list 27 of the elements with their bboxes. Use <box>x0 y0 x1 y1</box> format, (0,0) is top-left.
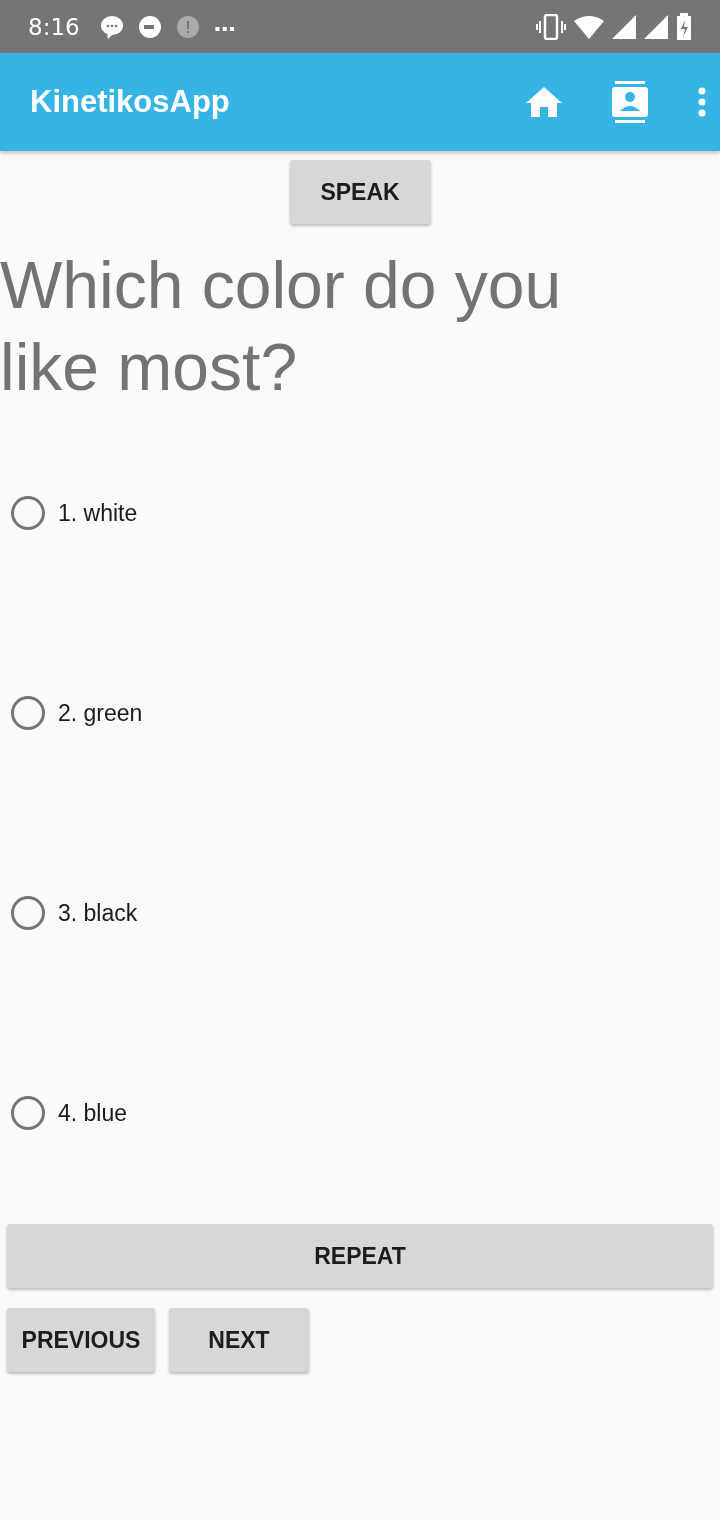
next-button[interactable]: NEXT <box>169 1308 309 1372</box>
contact-card-icon[interactable] <box>612 81 648 123</box>
wifi-icon <box>574 14 604 39</box>
question-text: Which color do you like most? <box>0 247 563 406</box>
chat-icon <box>99 14 124 39</box>
clock: 8:16 <box>28 13 80 40</box>
radio-button[interactable] <box>10 495 46 531</box>
previous-button[interactable]: PREVIOUS <box>7 1308 155 1372</box>
vibrate-icon <box>536 13 566 40</box>
option-label: 1. white <box>58 499 138 527</box>
home-icon[interactable] <box>526 86 562 118</box>
circle-icon <box>137 14 162 39</box>
battery-icon <box>676 12 692 41</box>
speak-button[interactable]: SPEAK <box>289 160 431 224</box>
app-title: KinetikosApp <box>30 84 230 120</box>
alert-icon <box>175 14 200 39</box>
radio-button[interactable] <box>10 695 46 731</box>
more-options-icon[interactable] <box>698 87 706 117</box>
radio-button[interactable] <box>10 1095 46 1131</box>
signal-icon <box>644 14 668 39</box>
option-label: 3. black <box>58 899 138 927</box>
option-label: 4. blue <box>58 1099 128 1127</box>
signal-icon <box>612 14 636 39</box>
option-label: 2. green <box>58 699 143 727</box>
more-notifications: … <box>213 11 236 36</box>
repeat-button[interactable]: REPEAT <box>7 1224 713 1288</box>
radio-button[interactable] <box>10 895 46 931</box>
